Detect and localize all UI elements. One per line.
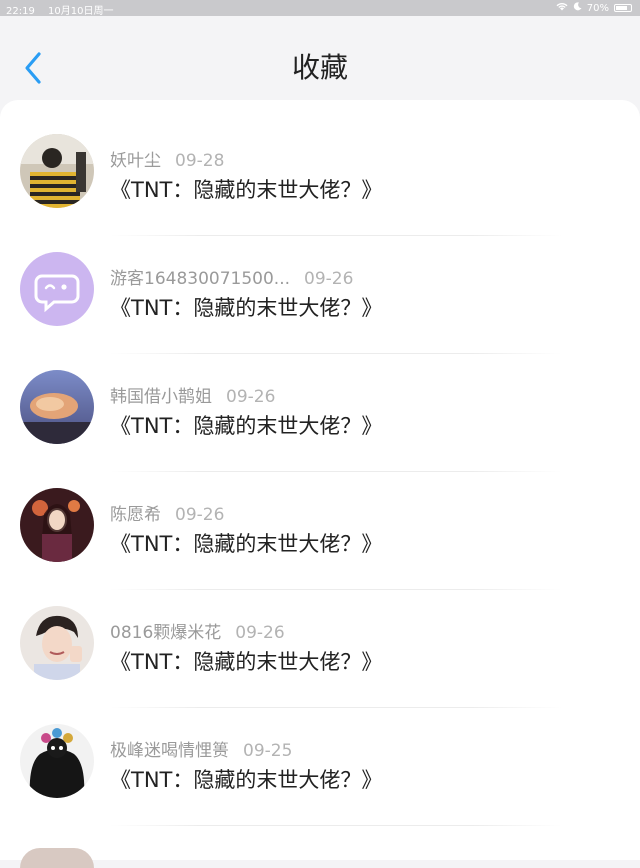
nav-bar: 收藏 (0, 16, 640, 100)
moon-icon (573, 2, 582, 14)
avatar (20, 370, 94, 444)
username[interactable]: 韩国借小鹊姐 (110, 387, 212, 407)
list-item[interactable]: 0816颗爆米花 09-26 《TNT：隐藏的末世大佬？》 (0, 590, 640, 708)
avatar (20, 848, 94, 868)
username[interactable]: 游客164830071500... (110, 269, 290, 289)
list-item[interactable]: 陈愿希 09-26 《TNT：隐藏的末世大佬？》 (0, 472, 640, 590)
book-title[interactable]: 《TNT：隐藏的末世大佬？》 (110, 174, 382, 204)
item-meta: 韩国借小鹊姐 09-26 (110, 382, 275, 407)
book-title[interactable]: 《TNT：隐藏的末世大佬？》 (110, 646, 382, 676)
item-meta: 游客164830071500... 09-26 (110, 264, 353, 289)
battery-percent: 70% (586, 2, 609, 14)
item-meta: 0816颗爆米花 09-26 (110, 618, 285, 643)
avatar (20, 488, 94, 562)
username[interactable]: 陈愿希 (110, 505, 161, 525)
item-date: 09-26 (304, 269, 354, 289)
item-meta: 妖叶尘 09-28 (110, 146, 224, 171)
status-bar: 22:19 10月10日周一 70% (0, 0, 640, 17)
item-meta: 极峰迷喝情悝篑 09-25 (110, 736, 292, 761)
avatar (20, 724, 94, 798)
favorites-list: 妖叶尘 09-28 《TNT：隐藏的末世大佬？》 游客164830071500..… (0, 100, 640, 860)
avatar (20, 252, 94, 326)
item-date: 09-25 (243, 741, 293, 761)
item-meta: 陈愿希 09-26 (110, 500, 224, 525)
battery-icon (614, 4, 632, 12)
wifi-icon (556, 2, 568, 14)
avatar (20, 134, 94, 208)
item-date: 09-28 (175, 151, 225, 171)
username[interactable]: 极峰迷喝情悝篑 (110, 741, 229, 761)
item-date: 09-26 (235, 623, 285, 643)
avatar (20, 606, 94, 680)
book-title[interactable]: 《TNT：隐藏的末世大佬？》 (110, 410, 382, 440)
divider (110, 825, 562, 826)
list-item[interactable]: 游客164830071500... 09-26 《TNT：隐藏的末世大佬？》 (0, 236, 640, 354)
book-title[interactable]: 《TNT：隐藏的末世大佬？》 (110, 292, 382, 322)
list-item[interactable]: 极峰迷喝情悝篑 09-25 《TNT：隐藏的末世大佬？》 (0, 708, 640, 826)
book-title[interactable]: 《TNT：隐藏的末世大佬？》 (110, 764, 382, 794)
list-item[interactable]: 韩国借小鹊姐 09-26 《TNT：隐藏的末世大佬？》 (0, 354, 640, 472)
page-title: 收藏 (291, 51, 348, 84)
item-date: 09-26 (226, 387, 276, 407)
username[interactable]: 妖叶尘 (110, 151, 161, 171)
item-date: 09-26 (175, 505, 225, 525)
username[interactable]: 0816颗爆米花 (110, 623, 221, 643)
list-item[interactable]: 妖叶尘 09-28 《TNT：隐藏的末世大佬？》 (0, 118, 640, 236)
book-title[interactable]: 《TNT：隐藏的末世大佬？》 (110, 528, 382, 558)
